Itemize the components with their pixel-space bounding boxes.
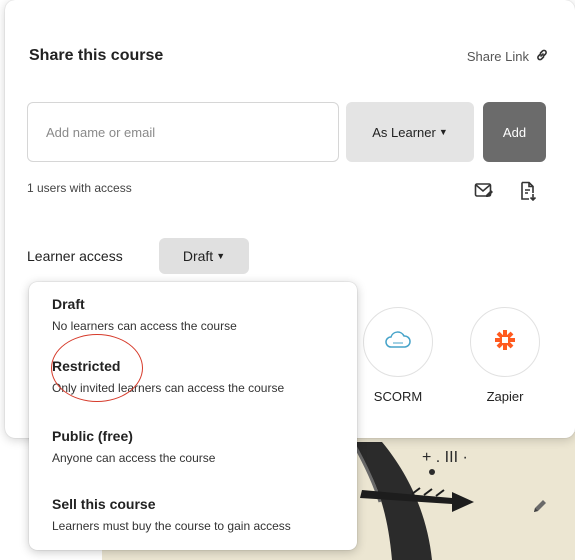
option-description: No learners can access the course [52,319,237,333]
zapier-label: Zapier [486,389,524,404]
role-select-label: As Learner [372,124,436,140]
email-invite-icon[interactable] [471,178,497,204]
zapier-asterisk-icon [493,328,517,357]
scorm-label: SCORM [373,389,423,404]
share-link-button[interactable]: Share Link [467,48,549,65]
option-title: Sell this course [52,496,156,512]
edit-pencil-icon[interactable] [528,494,552,518]
users-with-access-count: 1 users with access [27,181,132,195]
learner-access-select[interactable]: Draft ▼ [159,238,249,274]
caret-down-icon: ▼ [438,127,448,137]
option-description: Learners must buy the course to gain acc… [52,519,291,533]
learner-access-value: Draft [182,248,214,264]
access-option-draft[interactable]: Draft No learners can access the course [29,296,357,333]
scorm-integration-button[interactable] [363,307,433,377]
access-option-public-free[interactable]: Public (free) Anyone can access the cour… [29,428,357,465]
learner-access-label: Learner access [27,248,123,264]
export-document-icon[interactable] [515,178,541,204]
zapier-integration-button[interactable] [470,307,540,377]
svg-text:+ . III ·: + . III · [422,449,468,466]
modal-title: Share this course [29,47,164,64]
link-icon [535,48,549,65]
caret-down-icon: ▼ [216,251,226,261]
option-description: Only invited learners can access the cou… [52,381,285,395]
access-option-restricted[interactable]: Restricted Only invited learners can acc… [29,358,357,395]
name-or-email-input[interactable] [27,102,339,162]
option-description: Anyone can access the course [52,451,216,465]
option-title: Public (free) [52,428,133,444]
role-select[interactable]: As Learner ▼ [346,102,474,162]
share-link-label: Share Link [466,49,529,64]
add-button[interactable]: Add [483,102,546,162]
cloud-icon [383,329,413,356]
access-option-sell-course[interactable]: Sell this course Learners must buy the c… [29,496,357,533]
option-title: Draft [52,296,85,312]
option-title: Restricted [52,358,121,374]
learner-access-dropdown: Draft No learners can access the course … [29,282,357,550]
